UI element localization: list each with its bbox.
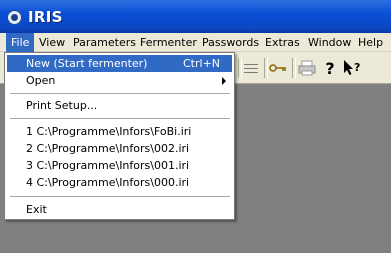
menu-item-exit-label: Exit bbox=[26, 203, 47, 216]
file-menu-dropdown: New (Start fermenter) Ctrl+N Open Print … bbox=[4, 52, 235, 220]
menu-item-recent-file-4[interactable]: 4 C:\Programme\Infors\000.iri bbox=[7, 174, 232, 191]
menu-file[interactable]: File bbox=[6, 33, 35, 52]
menu-item-new[interactable]: New (Start fermenter) Ctrl+N bbox=[7, 55, 232, 72]
menu-item-print-setup[interactable]: Print Setup... bbox=[7, 97, 232, 114]
menu-item-recent-file-1[interactable]: 1 C:\Programme\Infors\FoBi.iri bbox=[7, 123, 232, 140]
help-icon[interactable]: ? bbox=[320, 58, 340, 78]
menu-window[interactable]: Window bbox=[303, 33, 356, 52]
menu-separator bbox=[10, 93, 230, 94]
submenu-arrow-icon bbox=[222, 77, 226, 85]
menu-bar: File View Parameters Fermenter Passwords… bbox=[0, 33, 391, 52]
svg-text:?: ? bbox=[354, 61, 360, 74]
recent-file-label: 2 C:\Programme\Infors\002.iri bbox=[26, 142, 190, 155]
toolbar-separator bbox=[292, 58, 296, 78]
menu-separator bbox=[10, 196, 230, 197]
menu-item-new-shortcut: Ctrl+N bbox=[183, 57, 221, 70]
menu-separator bbox=[10, 118, 230, 119]
menu-extras[interactable]: Extras bbox=[260, 33, 305, 52]
recent-file-label: 3 C:\Programme\Infors\001.iri bbox=[26, 159, 190, 172]
key-icon[interactable] bbox=[268, 58, 288, 78]
menu-item-recent-file-3[interactable]: 3 C:\Programme\Infors\001.iri bbox=[7, 157, 232, 174]
menu-item-print-setup-label: Print Setup... bbox=[26, 99, 98, 112]
menu-item-open-label: Open bbox=[26, 74, 56, 87]
app-icon[interactable] bbox=[7, 10, 22, 25]
menu-item-exit[interactable]: Exit bbox=[7, 201, 232, 218]
lines-icon[interactable] bbox=[241, 58, 261, 78]
printer-icon[interactable] bbox=[297, 58, 317, 78]
menu-item-open[interactable]: Open bbox=[7, 72, 232, 89]
title-bar[interactable]: IRIS bbox=[0, 0, 391, 33]
recent-file-label: 1 C:\Programme\Infors\FoBi.iri bbox=[26, 125, 192, 138]
menu-item-new-label: New (Start fermenter) bbox=[26, 57, 148, 70]
context-help-icon[interactable]: ? bbox=[342, 58, 362, 78]
recent-file-label: 4 C:\Programme\Infors\000.iri bbox=[26, 176, 190, 189]
menu-view[interactable]: View bbox=[34, 33, 70, 52]
menu-parameters[interactable]: Parameters bbox=[68, 33, 141, 52]
menu-passwords[interactable]: Passwords bbox=[197, 33, 264, 52]
menu-item-recent-file-2[interactable]: 2 C:\Programme\Infors\002.iri bbox=[7, 140, 232, 157]
menu-fermenter[interactable]: Fermenter bbox=[135, 33, 202, 52]
window-title: IRIS bbox=[28, 8, 63, 26]
menu-help[interactable]: Help bbox=[353, 33, 388, 52]
